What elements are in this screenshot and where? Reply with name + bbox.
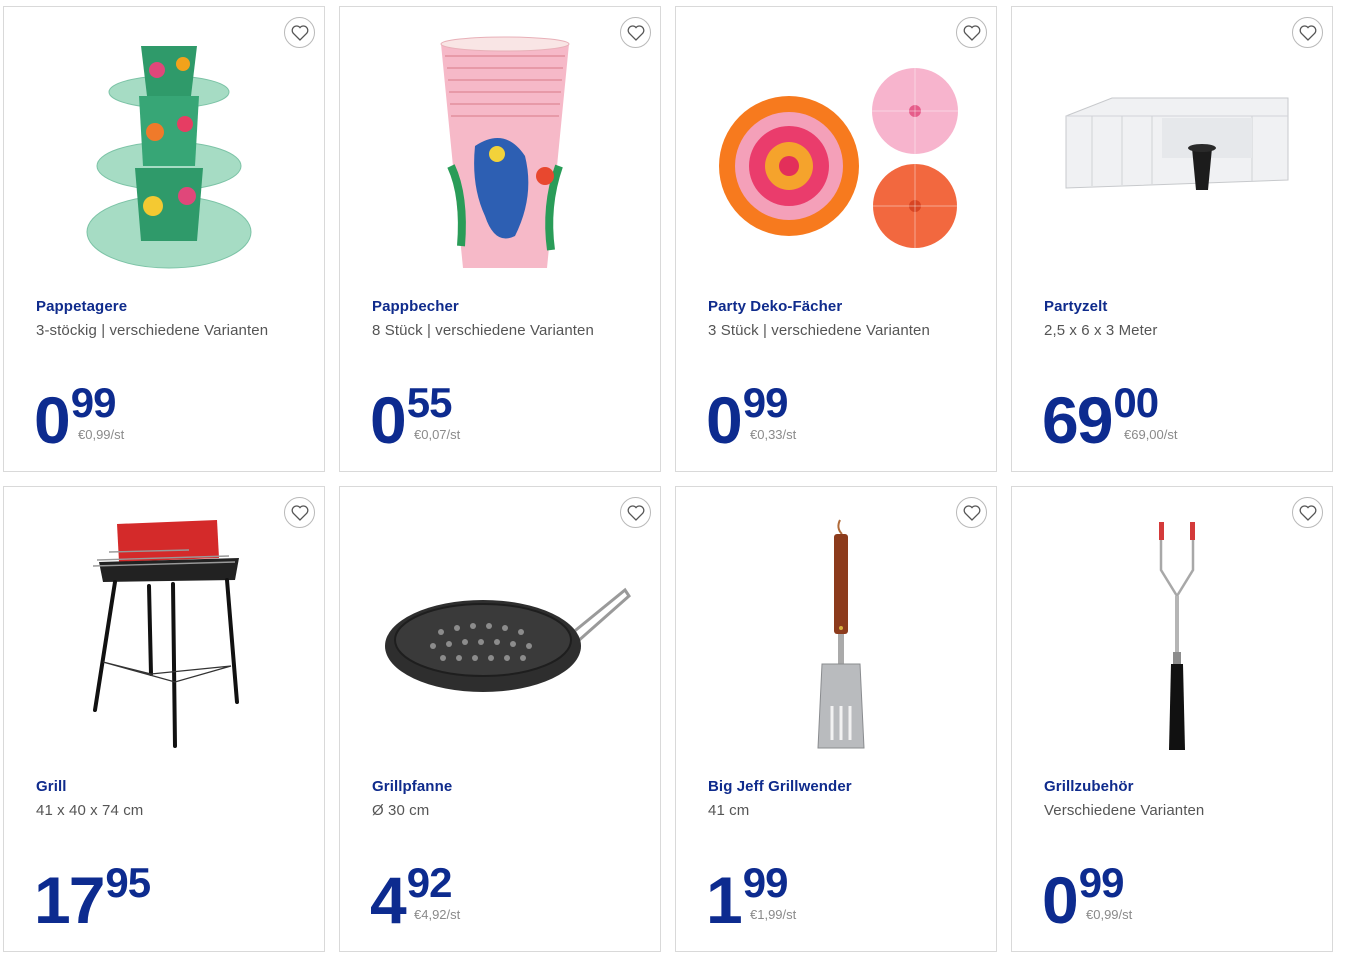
product-card-grillzubehoer[interactable]: Grillzubehör Verschiedene Varianten 099 … bbox=[1011, 486, 1333, 952]
unit-price: €0,07/st bbox=[414, 427, 461, 442]
product-title[interactable]: Grill bbox=[36, 778, 67, 795]
price-main: 17 bbox=[34, 863, 105, 937]
paper-cups-image[interactable] bbox=[380, 25, 630, 287]
roasting-fork-image[interactable] bbox=[1052, 505, 1302, 767]
product-subtitle: 3 Stück | verschiedene Varianten bbox=[708, 322, 930, 339]
product-price: 099 bbox=[706, 379, 789, 460]
product-title[interactable]: Pappbecher bbox=[372, 298, 459, 315]
price-cents: 92 bbox=[406, 859, 453, 906]
product-subtitle: 2,5 x 6 x 3 Meter bbox=[1044, 322, 1158, 339]
product-subtitle: 8 Stück | verschiedene Varianten bbox=[372, 322, 594, 339]
product-subtitle: 41 cm bbox=[708, 802, 750, 819]
unit-price: €1,99/st bbox=[750, 907, 797, 922]
price-cents: 99 bbox=[742, 859, 789, 906]
grill-image[interactable] bbox=[44, 505, 294, 767]
price-main: 0 bbox=[34, 383, 71, 457]
product-price: 492 bbox=[370, 859, 453, 940]
product-card-grillpfanne[interactable]: Grillpfanne Ø 30 cm 492 €4,92/st bbox=[339, 486, 661, 952]
product-card-grill[interactable]: Grill 41 x 40 x 74 cm 1795 bbox=[3, 486, 325, 952]
price-main: 4 bbox=[370, 863, 407, 937]
unit-price: €69,00/st bbox=[1124, 427, 1178, 442]
product-subtitle: 41 x 40 x 74 cm bbox=[36, 802, 144, 819]
product-card-party-deko-faecher[interactable]: Party Deko-Fächer 3 Stück | verschiedene… bbox=[675, 6, 997, 472]
cake-stand-image[interactable] bbox=[44, 25, 294, 287]
product-title[interactable]: Grillzubehör bbox=[1044, 778, 1134, 795]
price-main: 0 bbox=[706, 383, 743, 457]
price-main: 0 bbox=[1042, 863, 1079, 937]
product-card-partyzelt[interactable]: Partyzelt 2,5 x 6 x 3 Meter 6900 €69,00/… bbox=[1011, 6, 1333, 472]
product-card-pappbecher[interactable]: Pappbecher 8 Stück | verschiedene Varian… bbox=[339, 6, 661, 472]
product-price: 6900 bbox=[1042, 379, 1159, 460]
product-price: 099 bbox=[1042, 859, 1125, 940]
product-subtitle: 3-stöckig | verschiedene Varianten bbox=[36, 322, 269, 339]
product-price: 099 bbox=[34, 379, 117, 460]
product-title[interactable]: Party Deko-Fächer bbox=[708, 298, 842, 315]
product-price: 199 bbox=[706, 859, 789, 940]
unit-price: €0,99/st bbox=[1086, 907, 1133, 922]
price-cents: 95 bbox=[105, 859, 151, 906]
product-title[interactable]: Partyzelt bbox=[1044, 298, 1107, 315]
product-card-pappetagere[interactable]: Pappetagere 3-stöckig | verschiedene Var… bbox=[3, 6, 325, 472]
grill-pan-image[interactable] bbox=[376, 505, 636, 767]
price-cents: 99 bbox=[1078, 859, 1125, 906]
product-subtitle: Ø 30 cm bbox=[372, 802, 430, 819]
product-title[interactable]: Grillpfanne bbox=[372, 778, 452, 795]
price-cents: 00 bbox=[1113, 379, 1159, 426]
product-card-big-jeff-grillwender[interactable]: Big Jeff Grillwender 41 cm 199 €1,99/st bbox=[675, 486, 997, 952]
spatula-image[interactable] bbox=[716, 505, 966, 767]
paper-fans-image[interactable] bbox=[712, 25, 972, 287]
price-cents: 99 bbox=[742, 379, 789, 426]
unit-price: €0,33/st bbox=[750, 427, 797, 442]
product-title[interactable]: Big Jeff Grillwender bbox=[708, 778, 852, 795]
product-subtitle: Verschiedene Varianten bbox=[1044, 802, 1205, 819]
price-cents: 99 bbox=[70, 379, 117, 426]
price-cents: 55 bbox=[406, 379, 453, 426]
unit-price: €4,92/st bbox=[414, 907, 461, 922]
price-main: 1 bbox=[706, 863, 743, 937]
price-main: 0 bbox=[370, 383, 407, 457]
product-price: 055 bbox=[370, 379, 453, 460]
product-title[interactable]: Pappetagere bbox=[36, 298, 127, 315]
price-main: 69 bbox=[1042, 383, 1113, 457]
unit-price: €0,99/st bbox=[78, 427, 125, 442]
product-price: 1795 bbox=[34, 859, 151, 940]
party-tent-image[interactable] bbox=[1052, 25, 1302, 287]
